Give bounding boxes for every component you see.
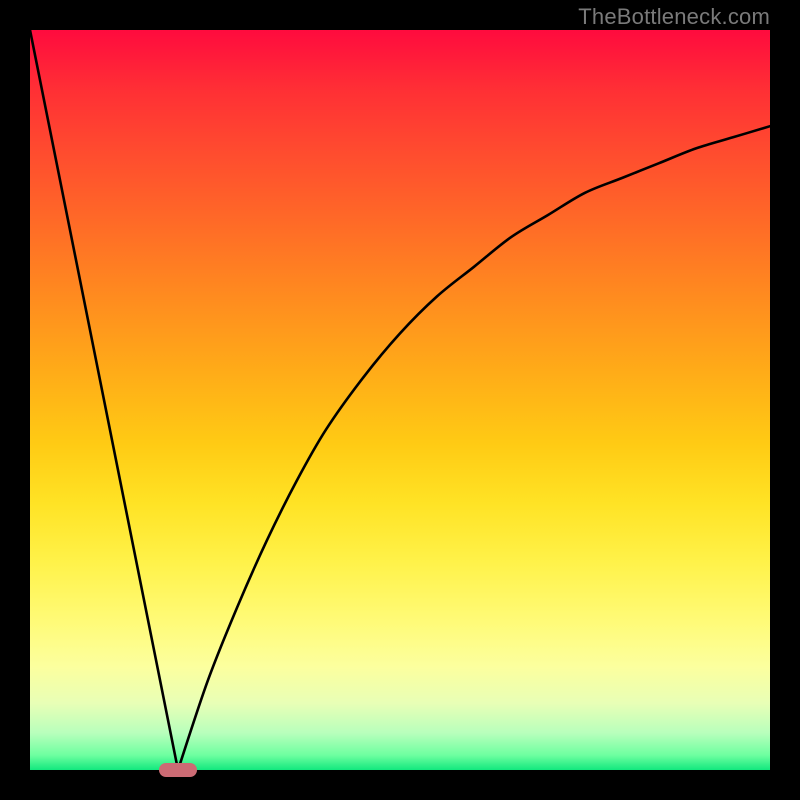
- bottleneck-curve: [30, 30, 770, 770]
- chart-frame: TheBottleneck.com: [0, 0, 800, 800]
- optimal-point-marker: [159, 763, 197, 777]
- plot-area: [30, 30, 770, 770]
- watermark-text: TheBottleneck.com: [578, 4, 770, 30]
- curve-layer: [30, 30, 770, 770]
